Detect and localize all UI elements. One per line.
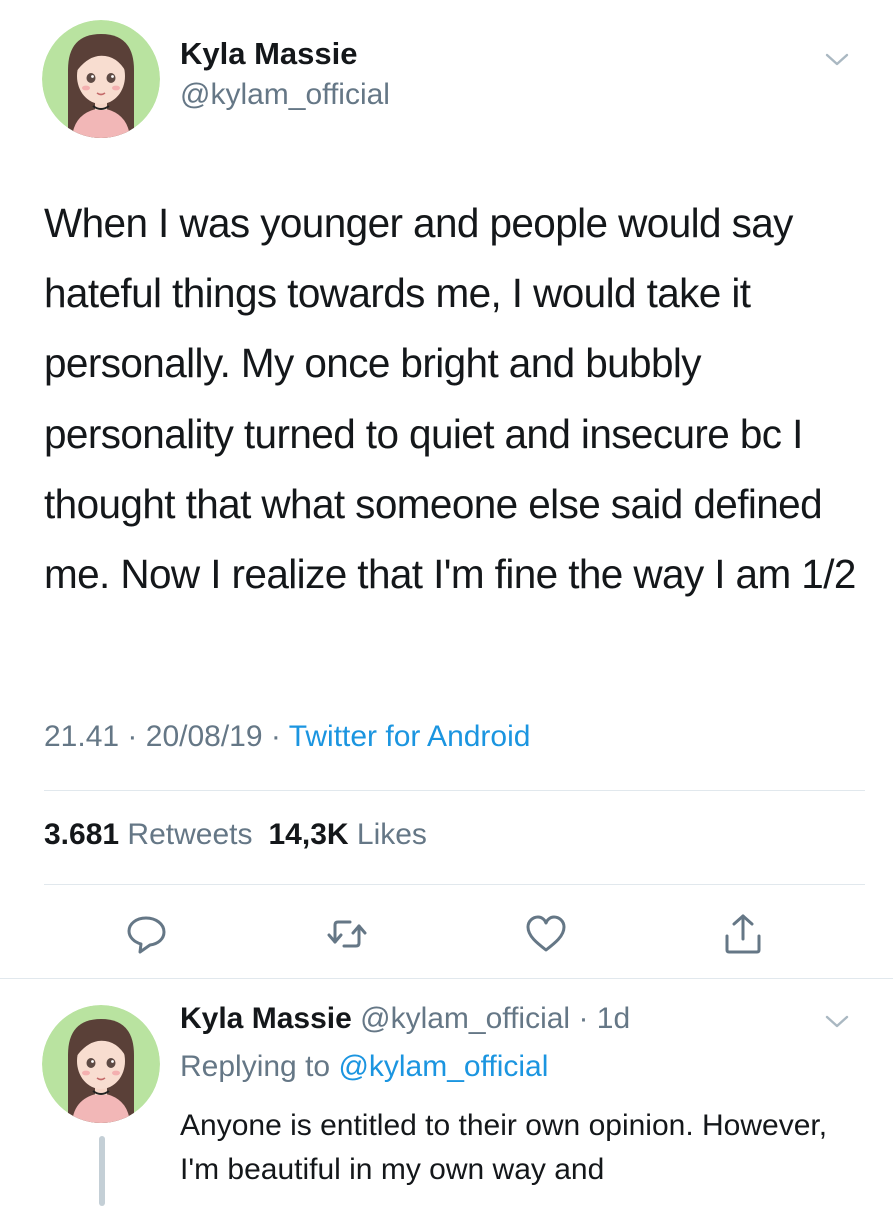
engagement-stats: 3.681 Retweets 14,3K Likes <box>44 818 427 852</box>
tweet-text: When I was younger and people would say … <box>44 200 856 598</box>
author-avatar[interactable] <box>42 20 160 138</box>
divider <box>44 790 865 791</box>
replying-to-mention[interactable]: @kylam_official <box>338 1050 548 1083</box>
likes-stat[interactable]: 14,3K Likes <box>268 818 426 851</box>
replying-to-line: Replying to @kylam_official <box>180 1050 548 1084</box>
chevron-down-icon[interactable] <box>822 48 852 70</box>
retweet-label: Retweets <box>127 818 253 851</box>
retweet-button[interactable] <box>324 912 370 956</box>
reply-button[interactable] <box>124 912 170 956</box>
tweet-date: 20/08/19 <box>145 720 263 753</box>
divider <box>0 978 893 979</box>
author-handle[interactable]: @kylam_official <box>180 78 390 112</box>
meta-separator: · <box>270 720 281 753</box>
like-label: Likes <box>356 818 427 851</box>
reply-icon <box>127 916 166 954</box>
author-name[interactable]: Kyla Massie <box>180 36 358 72</box>
reply-header: Kyla Massie @kylam_official · 1d <box>180 1002 630 1036</box>
share-icon <box>725 914 761 954</box>
heart-icon <box>526 915 566 952</box>
reply-author-avatar[interactable] <box>42 1005 160 1123</box>
replying-to-label: Replying to <box>180 1050 331 1083</box>
meta-separator: · <box>570 1002 597 1035</box>
like-count: 14,3K <box>268 818 349 851</box>
chevron-down-icon[interactable] <box>822 1010 852 1032</box>
retweet-icon <box>327 920 367 948</box>
meta-separator: · <box>127 720 138 753</box>
tweet-source-link[interactable]: Twitter for Android <box>289 720 531 753</box>
tweet-metadata: 21.41 · 20/08/19 · Twitter for Android <box>44 720 530 754</box>
reply-tweet-text: Anyone is entitled to their own opinion.… <box>180 1109 828 1186</box>
share-button[interactable] <box>720 912 766 956</box>
retweet-count: 3.681 <box>44 818 120 851</box>
reply-author-handle[interactable]: @kylam_official <box>360 1002 570 1035</box>
reply-author-name[interactable]: Kyla Massie <box>180 1002 352 1035</box>
like-button[interactable] <box>523 912 569 956</box>
thread-connector-line <box>99 1136 105 1206</box>
divider <box>44 884 865 885</box>
tweet-time: 21.41 <box>44 720 120 753</box>
retweets-stat[interactable]: 3.681 Retweets <box>44 818 252 851</box>
reply-age: 1d <box>596 1002 631 1035</box>
